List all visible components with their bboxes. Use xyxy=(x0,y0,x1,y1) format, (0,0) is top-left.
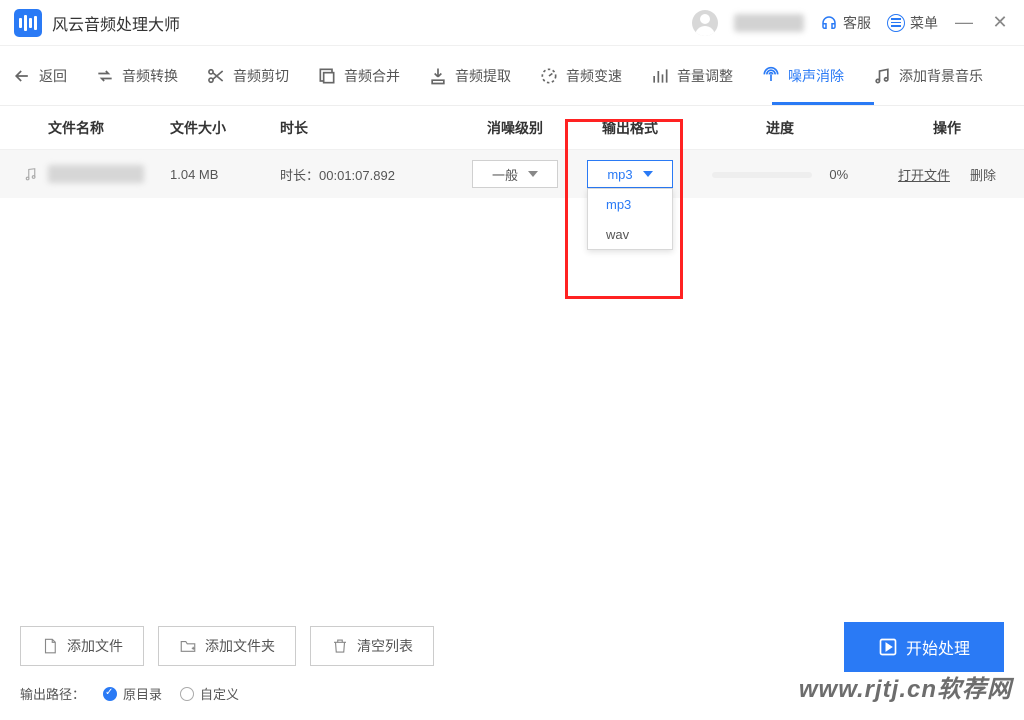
clear-list-button[interactable]: 清空列表 xyxy=(310,626,434,666)
caret-down-icon xyxy=(643,171,653,177)
tab-cut[interactable]: 音频剪切 xyxy=(206,66,289,86)
start-button[interactable]: 开始处理 xyxy=(844,622,1004,672)
radio-dot-icon xyxy=(180,687,194,701)
menu-link[interactable]: 菜单 xyxy=(887,13,938,33)
active-tab-indicator xyxy=(772,102,874,105)
watermark-text: www.rjtj.cn软荐网 xyxy=(799,669,1012,704)
tab-volume[interactable]: 音量调整 xyxy=(650,66,733,86)
support-label: 客服 xyxy=(843,13,871,33)
add-folder-button[interactable]: 添加文件夹 xyxy=(158,626,296,666)
trash-icon xyxy=(331,637,349,655)
col-progress: 进度 xyxy=(690,118,870,138)
tab-bgm[interactable]: 添加背景音乐 xyxy=(872,66,983,86)
menu-label: 菜单 xyxy=(910,13,938,33)
equalizer-icon xyxy=(650,66,670,86)
denoise-icon xyxy=(761,66,781,86)
menu-icon xyxy=(887,14,905,32)
music-icon xyxy=(872,66,892,86)
delete-link[interactable]: 删除 xyxy=(970,165,996,184)
format-select[interactable]: mp3 xyxy=(587,160,673,188)
title-bar: 风云音频处理大师 客服 菜单 — ✕ xyxy=(0,0,1024,46)
username-blurred xyxy=(734,14,804,32)
table-row: 1.04 MB 时长：00:01:07.892 一般 mp3 mp3 wav 0… xyxy=(0,150,1024,198)
support-link[interactable]: 客服 xyxy=(820,13,871,33)
tab-denoise[interactable]: 噪声消除 xyxy=(761,66,844,86)
tab-convert[interactable]: 音频转换 xyxy=(95,66,178,86)
folder-add-icon xyxy=(179,637,197,655)
col-noise: 消噪级别 xyxy=(460,118,570,138)
back-button[interactable]: 返回 xyxy=(12,66,67,86)
app-title: 风云音频处理大师 xyxy=(52,11,692,35)
radio-custom-dir[interactable]: 自定义 xyxy=(180,684,239,703)
format-option-mp3[interactable]: mp3 xyxy=(588,189,672,219)
headset-icon xyxy=(820,14,838,32)
scissors-icon xyxy=(206,66,226,86)
close-button[interactable]: ✕ xyxy=(990,12,1010,33)
output-path-label: 输出路径： xyxy=(20,684,85,703)
merge-icon xyxy=(317,66,337,86)
col-duration: 时长 xyxy=(280,118,460,138)
col-format: 输出格式 xyxy=(570,118,690,138)
radio-original-dir[interactable]: 原目录 xyxy=(103,684,162,703)
add-file-button[interactable]: 添加文件 xyxy=(20,626,144,666)
format-option-wav[interactable]: wav xyxy=(588,219,672,249)
progress-cell: 0% xyxy=(690,167,870,182)
col-size: 文件大小 xyxy=(170,118,280,138)
user-avatar[interactable] xyxy=(692,10,718,36)
file-duration: 时长：00:01:07.892 xyxy=(280,165,460,184)
extract-icon xyxy=(428,66,448,86)
file-add-icon xyxy=(41,637,59,655)
open-file-link[interactable]: 打开文件 xyxy=(898,165,950,184)
caret-down-icon xyxy=(528,171,538,177)
format-dropdown: mp3 wav xyxy=(587,188,673,250)
tab-extract[interactable]: 音频提取 xyxy=(428,66,511,86)
convert-icon xyxy=(95,66,115,86)
arrow-left-icon xyxy=(12,66,32,86)
noise-level-select[interactable]: 一般 xyxy=(472,160,558,188)
minimize-button[interactable]: — xyxy=(954,12,974,33)
toolbar: 返回 音频转换 音频剪切 音频合并 音频提取 音频变速 音量调整 噪声消除 添加… xyxy=(0,46,1024,106)
filename-blurred xyxy=(48,165,144,183)
col-ops: 操作 xyxy=(870,118,1024,138)
speed-icon xyxy=(539,66,559,86)
tab-merge[interactable]: 音频合并 xyxy=(317,66,400,86)
audio-file-icon xyxy=(22,165,40,183)
col-name: 文件名称 xyxy=(0,118,170,138)
tab-speed[interactable]: 音频变速 xyxy=(539,66,622,86)
progress-bar xyxy=(712,172,812,178)
app-logo xyxy=(14,9,42,37)
table-header: 文件名称 文件大小 时长 消噪级别 输出格式 进度 操作 xyxy=(0,106,1024,150)
play-icon xyxy=(878,637,898,657)
progress-text: 0% xyxy=(829,167,848,182)
radio-dot-icon xyxy=(103,687,117,701)
file-size: 1.04 MB xyxy=(170,167,280,182)
